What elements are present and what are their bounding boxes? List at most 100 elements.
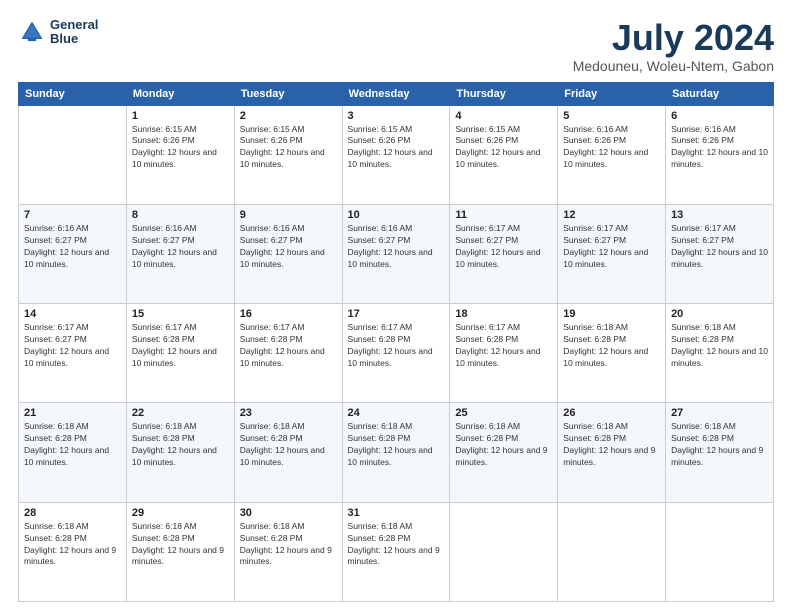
subtitle: Medouneu, Woleu-Ntem, Gabon xyxy=(573,58,774,74)
day-number: 25 xyxy=(455,407,552,419)
day-info: Sunrise: 6:18 AMSunset: 6:28 PMDaylight:… xyxy=(132,421,229,469)
logo-line1: General xyxy=(50,18,98,32)
day-number: 5 xyxy=(563,110,660,122)
logo: General Blue xyxy=(18,18,98,47)
calendar-cell: 4Sunrise: 6:15 AMSunset: 6:26 PMDaylight… xyxy=(450,105,558,204)
day-number: 9 xyxy=(240,209,337,221)
day-info: Sunrise: 6:17 AMSunset: 6:27 PMDaylight:… xyxy=(671,223,768,271)
weekday-header-sunday: Sunday xyxy=(19,82,127,105)
day-info: Sunrise: 6:18 AMSunset: 6:28 PMDaylight:… xyxy=(240,521,337,569)
day-number: 10 xyxy=(348,209,445,221)
day-number: 14 xyxy=(24,308,121,320)
day-number: 21 xyxy=(24,407,121,419)
weekday-header-thursday: Thursday xyxy=(450,82,558,105)
calendar-cell: 20 Sunrise: 6:18 AMSunset: 6:28 PMDayligh… xyxy=(666,304,774,403)
day-number: 18 xyxy=(455,308,552,320)
day-number: 6 xyxy=(671,110,768,122)
day-number: 20 xyxy=(671,308,768,320)
calendar-cell: 2 Sunrise: 6:15 AMSunset: 6:26 PMDaylight… xyxy=(234,105,342,204)
calendar-week-2: 7 Sunrise: 6:16 AMSunset: 6:27 PMDaylight… xyxy=(19,204,774,303)
day-info: Sunrise: 6:18 AMSunset: 6:28 PMDaylight:… xyxy=(348,521,445,569)
calendar-week-3: 14 Sunrise: 6:17 AMSunset: 6:27 PMDayligh… xyxy=(19,304,774,403)
day-info: Sunrise: 6:18 AMSunset: 6:28 PMDaylight:… xyxy=(24,521,121,569)
calendar-cell: 25 Sunrise: 6:18 AMSunset: 6:28 PMDayligh… xyxy=(450,403,558,502)
day-number: 7 xyxy=(24,209,121,221)
calendar-cell: 14 Sunrise: 6:17 AMSunset: 6:27 PMDayligh… xyxy=(19,304,127,403)
calendar-week-5: 28 Sunrise: 6:18 AMSunset: 6:28 PMDayligh… xyxy=(19,502,774,601)
calendar-week-1: 1 Sunrise: 6:15 AMSunset: 6:26 PMDaylight… xyxy=(19,105,774,204)
calendar-cell: 17Sunrise: 6:17 AMSunset: 6:28 PMDayligh… xyxy=(342,304,450,403)
day-number: 19 xyxy=(563,308,660,320)
calendar-cell: 3 Sunrise: 6:15 AMSunset: 6:26 PMDaylight… xyxy=(342,105,450,204)
calendar-cell: 22 Sunrise: 6:18 AMSunset: 6:28 PMDayligh… xyxy=(126,403,234,502)
day-number: 11 xyxy=(455,209,552,221)
day-number: 15 xyxy=(132,308,229,320)
weekday-header-monday: Monday xyxy=(126,82,234,105)
day-info: Sunrise: 6:16 AMSunset: 6:26 PMDaylight:… xyxy=(671,124,768,172)
day-info: Sunrise: 6:15 AMSunset: 6:26 PMDaylight:… xyxy=(132,124,229,172)
calendar-cell: 30 Sunrise: 6:18 AMSunset: 6:28 PMDayligh… xyxy=(234,502,342,601)
day-number: 30 xyxy=(240,507,337,519)
weekday-header-saturday: Saturday xyxy=(666,82,774,105)
day-number: 28 xyxy=(24,507,121,519)
calendar-cell: 13 Sunrise: 6:17 AMSunset: 6:27 PMDayligh… xyxy=(666,204,774,303)
day-number: 26 xyxy=(563,407,660,419)
logo-text: General Blue xyxy=(50,18,98,47)
logo-icon xyxy=(18,18,46,46)
day-info: Sunrise: 6:18 AMSunset: 6:28 PMDaylight:… xyxy=(563,322,660,370)
calendar-cell: 8 Sunrise: 6:16 AMSunset: 6:27 PMDaylight… xyxy=(126,204,234,303)
calendar-cell: 1 Sunrise: 6:15 AMSunset: 6:26 PMDaylight… xyxy=(126,105,234,204)
day-number: 8 xyxy=(132,209,229,221)
calendar-cell: 27Sunrise: 6:18 AMSunset: 6:28 PMDayligh… xyxy=(666,403,774,502)
day-number: 16 xyxy=(240,308,337,320)
calendar-cell: 29Sunrise: 6:18 AMSunset: 6:28 PMDayligh… xyxy=(126,502,234,601)
day-number: 3 xyxy=(348,110,445,122)
day-info: Sunrise: 6:17 AMSunset: 6:28 PMDaylight:… xyxy=(132,322,229,370)
day-number: 2 xyxy=(240,110,337,122)
day-info: Sunrise: 6:17 AMSunset: 6:28 PMDaylight:… xyxy=(348,322,445,370)
calendar-cell: 28 Sunrise: 6:18 AMSunset: 6:28 PMDayligh… xyxy=(19,502,127,601)
calendar-cell: 9Sunrise: 6:16 AMSunset: 6:27 PMDaylight… xyxy=(234,204,342,303)
weekday-header-tuesday: Tuesday xyxy=(234,82,342,105)
calendar-cell: 12 Sunrise: 6:17 AMSunset: 6:27 PMDayligh… xyxy=(558,204,666,303)
day-number: 4 xyxy=(455,110,552,122)
calendar-cell: 5Sunrise: 6:16 AMSunset: 6:26 PMDaylight… xyxy=(558,105,666,204)
title-block: July 2024 Medouneu, Woleu-Ntem, Gabon xyxy=(573,18,774,74)
calendar-cell: 18 Sunrise: 6:17 AMSunset: 6:28 PMDayligh… xyxy=(450,304,558,403)
day-info: Sunrise: 6:16 AMSunset: 6:27 PMDaylight:… xyxy=(132,223,229,271)
day-number: 31 xyxy=(348,507,445,519)
day-info: Sunrise: 6:18 AMSunset: 6:28 PMDaylight:… xyxy=(671,421,768,469)
day-info: Sunrise: 6:17 AMSunset: 6:27 PMDaylight:… xyxy=(563,223,660,271)
day-number: 29 xyxy=(132,507,229,519)
calendar-cell: 21Sunrise: 6:18 AMSunset: 6:28 PMDayligh… xyxy=(19,403,127,502)
calendar-cell: 31 Sunrise: 6:18 AMSunset: 6:28 PMDayligh… xyxy=(342,502,450,601)
day-number: 12 xyxy=(563,209,660,221)
calendar-week-4: 21 Sunrise: 6:18 AMSunset: 6:28 PMDayligh… xyxy=(19,403,774,502)
calendar-cell: 10 Sunrise: 6:16 AMSunset: 6:27 PMDayligh… xyxy=(342,204,450,303)
calendar-cell: 16 Sunrise: 6:17 AMSunset: 6:28 PMDayligh… xyxy=(234,304,342,403)
calendar-cell xyxy=(450,502,558,601)
logo-line2: Blue xyxy=(50,32,98,46)
day-info: Sunrise: 6:18 AMSunset: 6:28 PMDaylight:… xyxy=(671,322,768,370)
day-info: Sunrise: 6:17 AMSunset: 6:28 PMDaylight:… xyxy=(455,322,552,370)
calendar-cell: 7 Sunrise: 6:16 AMSunset: 6:27 PMDaylight… xyxy=(19,204,127,303)
day-info: Sunrise: 6:17 AMSunset: 6:27 PMDaylight:… xyxy=(455,223,552,271)
calendar-table: SundayMondayTuesdayWednesdayThursdayFrid… xyxy=(18,82,774,602)
calendar-cell: 26 Sunrise: 6:18 AMSunset: 6:28 PMDayligh… xyxy=(558,403,666,502)
calendar-cell xyxy=(558,502,666,601)
day-info: Sunrise: 6:16 AMSunset: 6:27 PMDaylight:… xyxy=(348,223,445,271)
calendar-cell xyxy=(19,105,127,204)
day-info: Sunrise: 6:18 AMSunset: 6:28 PMDaylight:… xyxy=(563,421,660,469)
day-number: 23 xyxy=(240,407,337,419)
day-number: 13 xyxy=(671,209,768,221)
day-info: Sunrise: 6:18 AMSunset: 6:28 PMDaylight:… xyxy=(455,421,552,469)
day-number: 1 xyxy=(132,110,229,122)
day-info: Sunrise: 6:17 AMSunset: 6:27 PMDaylight:… xyxy=(24,322,121,370)
calendar-cell: 11 Sunrise: 6:17 AMSunset: 6:27 PMDayligh… xyxy=(450,204,558,303)
day-number: 22 xyxy=(132,407,229,419)
day-info: Sunrise: 6:15 AMSunset: 6:26 PMDaylight:… xyxy=(240,124,337,172)
day-info: Sunrise: 6:17 AMSunset: 6:28 PMDaylight:… xyxy=(240,322,337,370)
weekday-header-row: SundayMondayTuesdayWednesdayThursdayFrid… xyxy=(19,82,774,105)
day-info: Sunrise: 6:16 AMSunset: 6:27 PMDaylight:… xyxy=(24,223,121,271)
day-info: Sunrise: 6:15 AMSunset: 6:26 PMDaylight:… xyxy=(348,124,445,172)
